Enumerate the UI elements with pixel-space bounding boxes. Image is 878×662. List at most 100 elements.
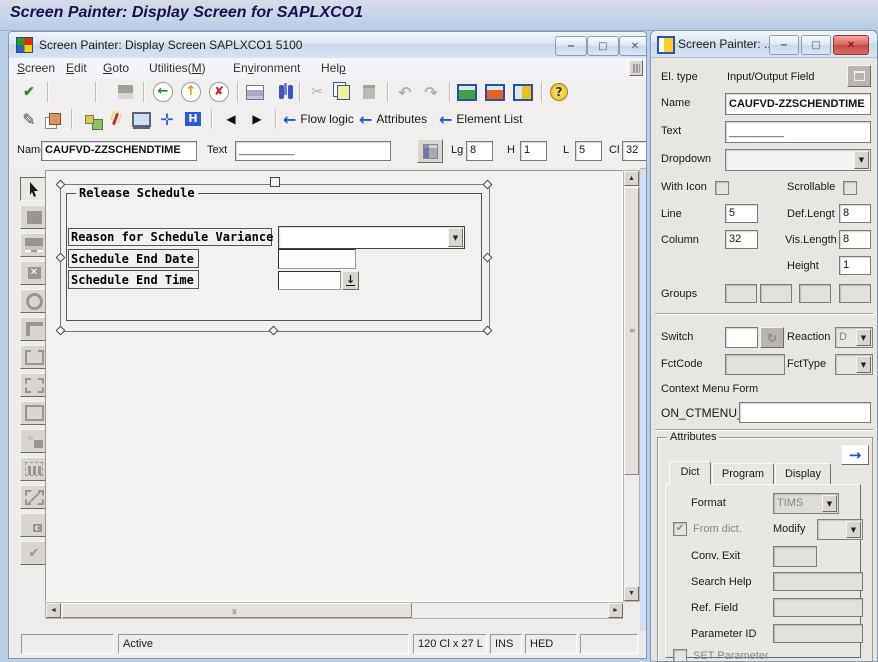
- scroll-left-button[interactable]: ◄: [46, 603, 61, 618]
- modify-select[interactable]: ▼: [817, 519, 863, 540]
- l-input[interactable]: 5: [575, 141, 602, 161]
- element-name-input[interactable]: CAUFVD-ZZSCHENDTIME: [41, 141, 197, 161]
- redo-button[interactable]: ↷: [419, 80, 443, 104]
- tool-text[interactable]: [20, 205, 48, 229]
- attr-maximize-button[interactable]: □: [801, 35, 831, 55]
- tool-pointer[interactable]: [20, 177, 48, 201]
- cl-input[interactable]: 32: [622, 141, 647, 161]
- menu-help[interactable]: Help: [321, 61, 346, 75]
- hierarchy-button[interactable]: [77, 107, 101, 131]
- lg-input[interactable]: 8: [466, 141, 493, 161]
- exit-button[interactable]: ↑: [179, 80, 203, 104]
- print-button[interactable]: [243, 80, 267, 104]
- close-button[interactable]: ✕: [619, 36, 647, 56]
- cut-button[interactable]: ✂: [305, 80, 329, 104]
- reason-variance-label[interactable]: Reason for Schedule Variance: [68, 228, 272, 246]
- tool-checkbox[interactable]: ✕: [20, 261, 48, 285]
- attr-close-button[interactable]: ✕: [833, 35, 869, 55]
- switch-input[interactable]: [725, 327, 758, 348]
- dropdown-arrow-icon[interactable]: ▼: [856, 329, 871, 346]
- vscroll-thumb[interactable]: ≡: [624, 187, 639, 475]
- group-input-4[interactable]: [839, 284, 871, 303]
- dropdown-arrow-icon[interactable]: ▼: [856, 356, 871, 373]
- menu-screen[interactable]: Screen: [17, 61, 55, 75]
- attr-titlebar[interactable]: Screen Painter: ... − □ ✕: [651, 31, 877, 58]
- minimize-button[interactable]: −: [555, 36, 587, 56]
- tool-status-ok[interactable]: ✔: [20, 541, 48, 565]
- move-button[interactable]: ✛: [155, 107, 179, 131]
- line-input[interactable]: 5: [725, 204, 758, 223]
- group-input-3[interactable]: [799, 284, 831, 303]
- reaction-select[interactable]: D ▼: [835, 327, 873, 348]
- switch-select-button[interactable]: ↻: [760, 327, 784, 348]
- tab-dict[interactable]: Dict: [669, 461, 711, 485]
- menu-utilities[interactable]: Utilities(M): [149, 61, 206, 75]
- reason-variance-dropdown[interactable]: ▼: [278, 226, 465, 249]
- enter-button[interactable]: ✔: [17, 80, 41, 104]
- attr-minimize-button[interactable]: −: [769, 35, 799, 55]
- schedule-end-date-input[interactable]: [278, 249, 356, 269]
- tool-custom-control[interactable]: c: [20, 513, 48, 537]
- parameter-id-input[interactable]: [773, 624, 863, 643]
- groupbox-title[interactable]: Release Schedule: [76, 186, 198, 200]
- column-input[interactable]: 32: [725, 230, 758, 249]
- ref-field-input[interactable]: [773, 598, 863, 617]
- schedule-end-date-label[interactable]: Schedule End Date: [68, 249, 199, 268]
- dropdown-arrow-icon[interactable]: ▼: [854, 151, 869, 169]
- undo-button[interactable]: ↶: [393, 80, 417, 104]
- scroll-up-button[interactable]: ▲: [624, 171, 639, 186]
- tab-program[interactable]: Program: [712, 463, 774, 485]
- conv-exit-input[interactable]: [773, 546, 817, 567]
- canvas-hscrollbar[interactable]: ◄ ≡ ►: [45, 602, 623, 619]
- attributes-button[interactable]: ← Attributes: [359, 109, 427, 129]
- hscroll-thumb[interactable]: ≡: [62, 603, 412, 618]
- info-button[interactable]: H: [181, 107, 205, 131]
- copy-element-button[interactable]: [43, 107, 67, 131]
- tool-pushbutton[interactable]: [20, 429, 48, 453]
- scroll-down-button[interactable]: ▼: [624, 586, 639, 601]
- next-screen-button[interactable]: ▶: [245, 107, 269, 131]
- menu-goto[interactable]: Goto: [103, 61, 129, 75]
- attr-name-input[interactable]: CAUFVD-ZZSCHENDTIME: [725, 93, 871, 115]
- shortcut-button[interactable]: [483, 80, 507, 104]
- previous-screen-button[interactable]: ◀: [219, 107, 243, 131]
- element-list-button[interactable]: ← Element List: [439, 109, 522, 129]
- schedule-end-time-label[interactable]: Schedule End Time: [68, 270, 199, 289]
- scroll-right-button[interactable]: ►: [608, 603, 623, 618]
- el-type-expand-button[interactable]: [847, 65, 871, 87]
- screen-canvas[interactable]: Release Schedule Reason for Schedule Var…: [45, 170, 623, 602]
- fcttype-select[interactable]: ▼: [835, 354, 873, 375]
- from-dict-checkbox[interactable]: ✔: [673, 522, 687, 536]
- tool-radio-button[interactable]: [20, 289, 48, 313]
- screen-button[interactable]: [129, 107, 153, 131]
- fctcode-input[interactable]: [725, 354, 785, 375]
- set-parameter-checkbox[interactable]: [673, 649, 687, 662]
- tool-table-control[interactable]: [20, 457, 48, 481]
- flow-logic-button[interactable]: ← Flow logic: [283, 109, 354, 129]
- attribute-grid-button[interactable]: [417, 139, 443, 163]
- selection-handle-top[interactable]: [270, 177, 280, 187]
- tool-io-field[interactable]: [20, 233, 48, 257]
- schedule-end-time-input[interactable]: [278, 271, 341, 290]
- with-icon-checkbox[interactable]: [715, 181, 729, 195]
- value-help-button[interactable]: ↓: [342, 271, 359, 290]
- def-length-input[interactable]: 8: [839, 204, 871, 223]
- group-input-1[interactable]: [725, 284, 757, 303]
- next-attribute-button[interactable]: →: [841, 445, 869, 465]
- paste-button[interactable]: [357, 80, 381, 104]
- menu-environment[interactable]: Environment: [233, 61, 300, 75]
- format-select[interactable]: TIMS ▼: [773, 493, 839, 514]
- edit-button[interactable]: ✎: [17, 107, 41, 131]
- toolbar-grip-button[interactable]: [629, 60, 643, 76]
- selection-handle[interactable]: [483, 326, 493, 336]
- menu-edit[interactable]: Edit: [66, 61, 87, 75]
- scrollable-checkbox[interactable]: [843, 181, 857, 195]
- new-session-button[interactable]: [455, 80, 479, 104]
- attr-dropdown-select[interactable]: ▼: [725, 149, 871, 171]
- tool-tabstrip[interactable]: [20, 485, 48, 509]
- height-input[interactable]: 1: [839, 256, 871, 275]
- group-input-2[interactable]: [760, 284, 792, 303]
- dropdown-arrow-icon[interactable]: ▼: [846, 521, 861, 538]
- tool-subscreen[interactable]: [20, 373, 48, 397]
- h-input[interactable]: 1: [520, 141, 547, 161]
